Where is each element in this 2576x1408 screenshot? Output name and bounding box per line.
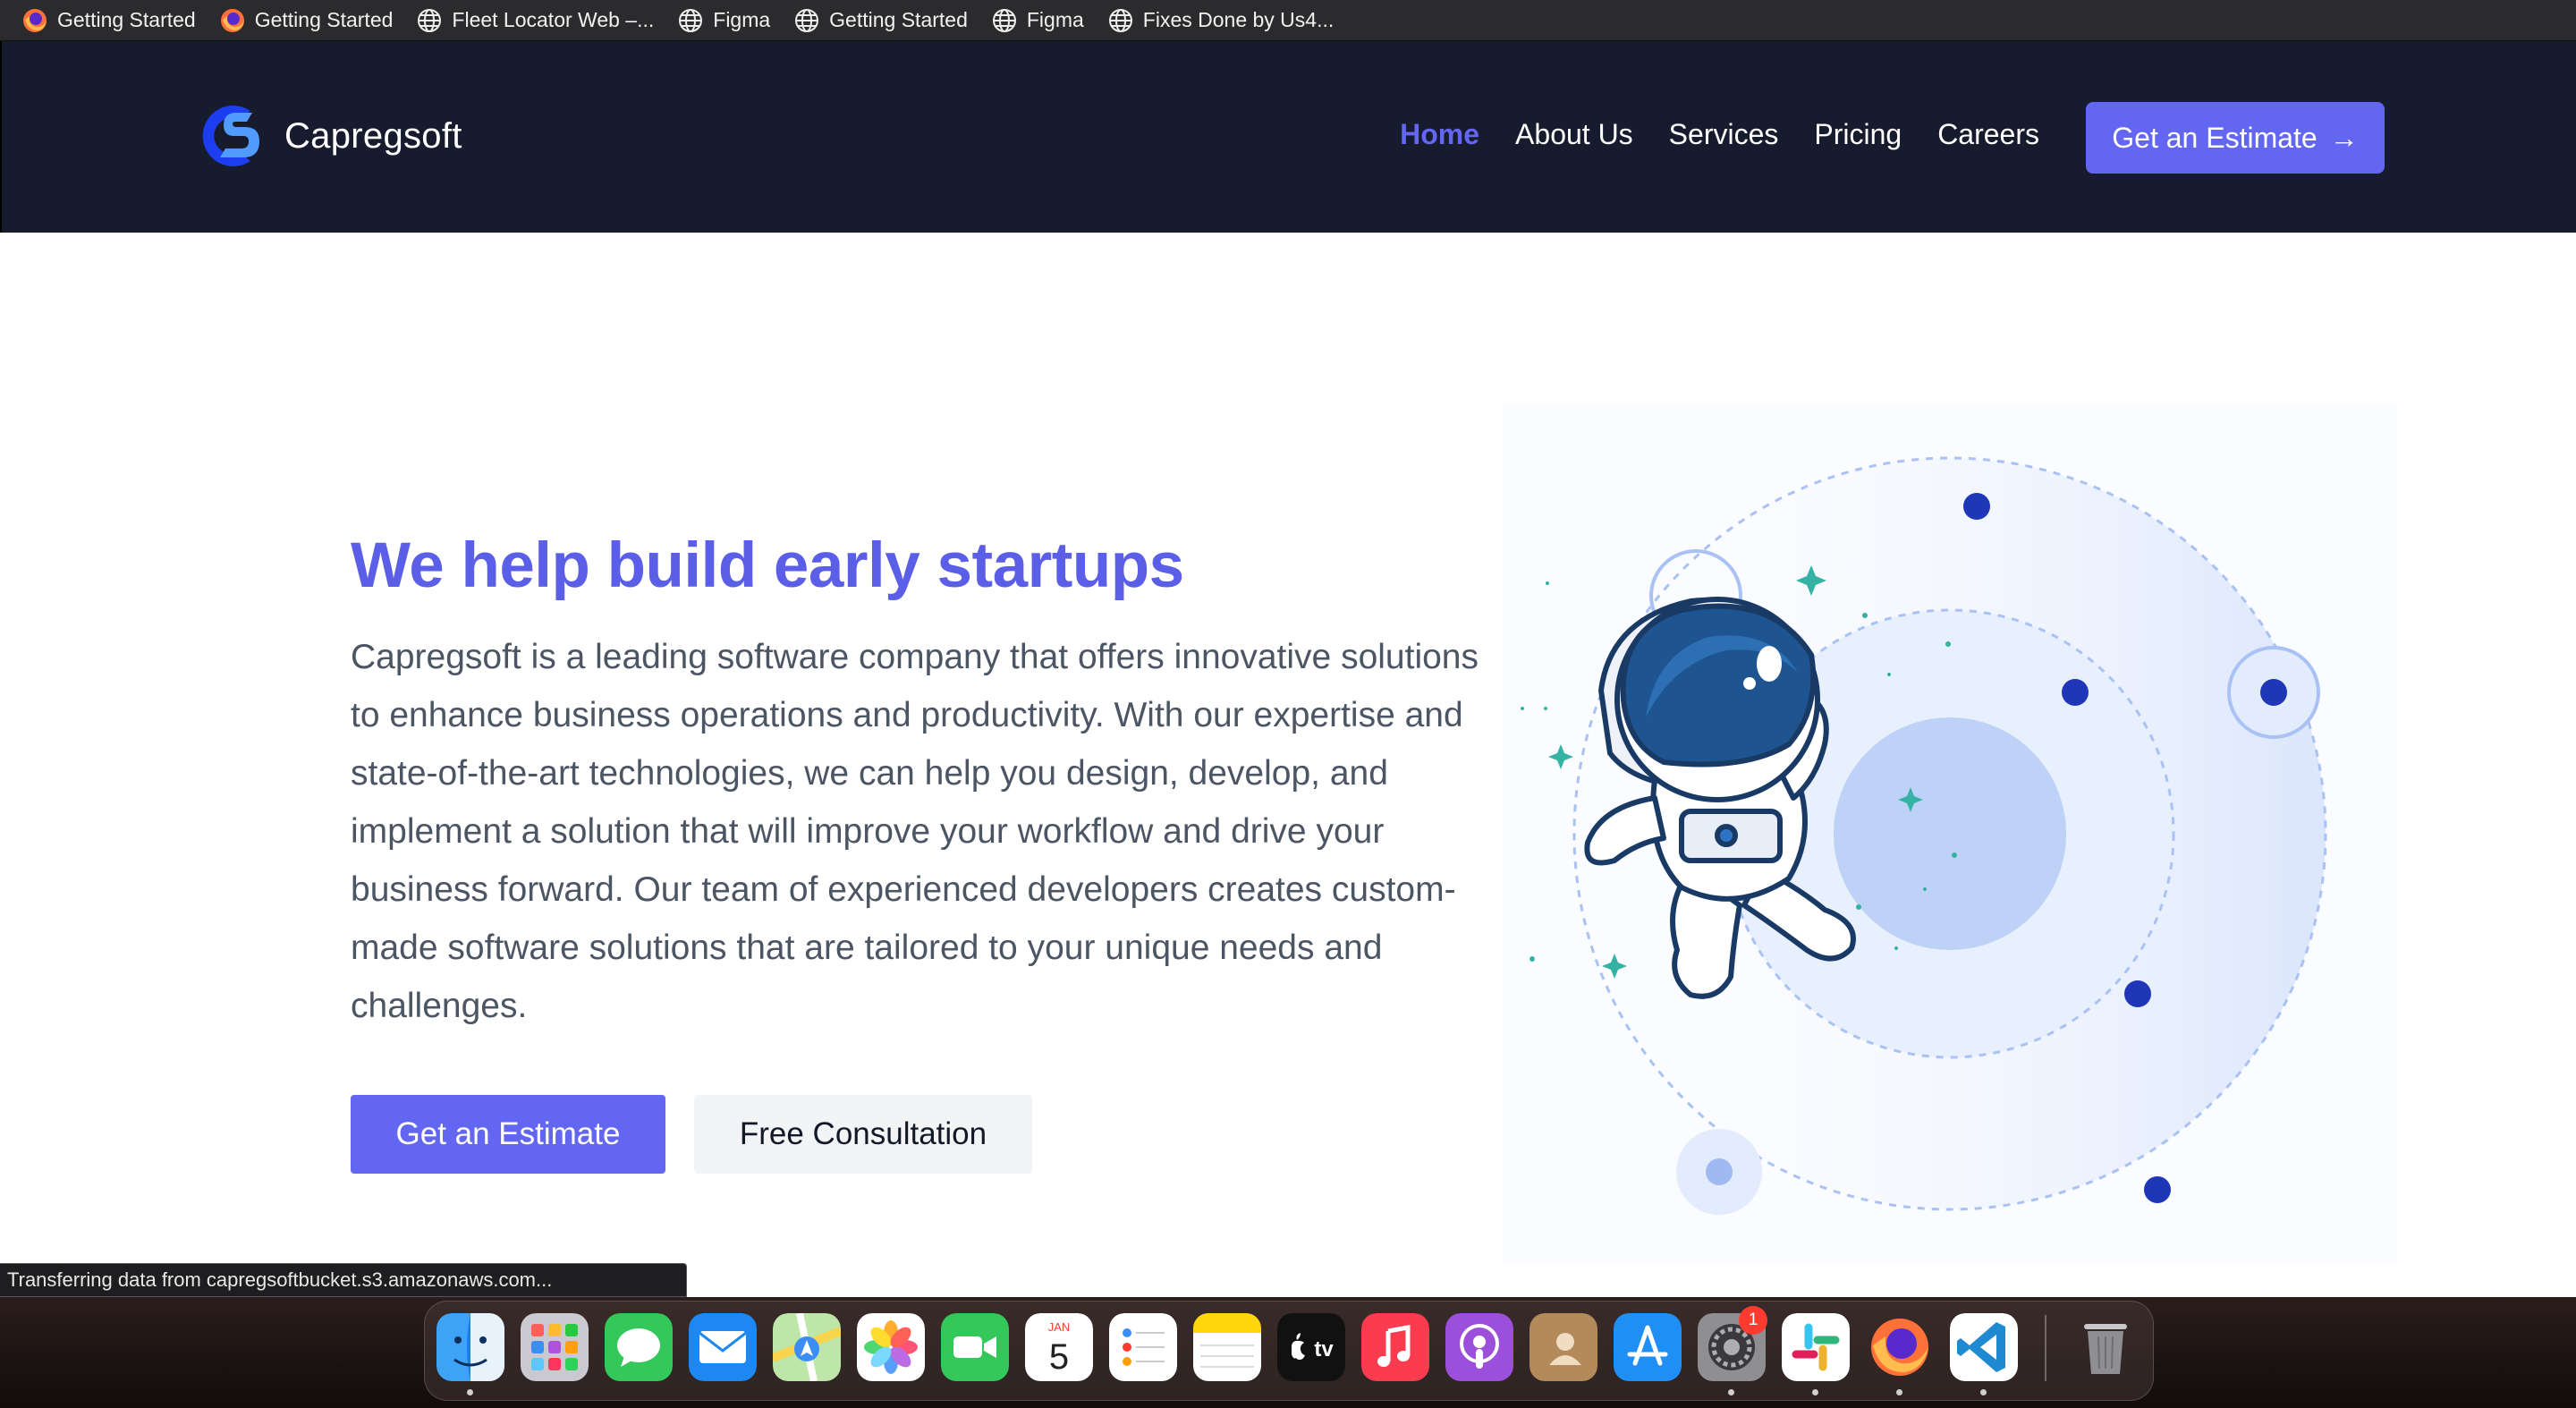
globe-icon xyxy=(795,8,819,32)
main-menu: Home About Us Services Pricing Careers xyxy=(1400,118,2039,151)
nav-get-estimate-button[interactable]: Get an Estimate → xyxy=(2086,102,2385,174)
site-navbar: Capregsoft Home About Us Services Pricin… xyxy=(0,41,2576,233)
notes-icon[interactable] xyxy=(1193,1313,1261,1381)
globe-icon xyxy=(992,8,1016,32)
running-indicator xyxy=(1728,1389,1734,1395)
bookmark-item[interactable]: Fixes Done by Us4... xyxy=(1107,7,1334,34)
music-icon[interactable] xyxy=(1361,1313,1429,1381)
nav-services[interactable]: Services xyxy=(1669,118,1779,151)
slack-icon[interactable] xyxy=(1782,1313,1850,1381)
calendar-month: JAN xyxy=(1048,1320,1071,1334)
arrow-right-icon: → xyxy=(2329,121,2359,154)
podcasts-icon[interactable] xyxy=(1445,1313,1513,1381)
messages-icon[interactable] xyxy=(605,1313,673,1381)
hero-description: Capregsoft is a leading software company… xyxy=(351,638,1479,1025)
reminders-icon[interactable] xyxy=(1109,1313,1177,1381)
bookmark-item[interactable]: Fleet Locator Web –... xyxy=(416,7,654,34)
apple-tv-icon[interactable]: tv xyxy=(1277,1313,1345,1381)
trash-icon[interactable] xyxy=(2072,1313,2140,1381)
bookmark-label: Getting Started xyxy=(57,8,196,31)
nav-pricing[interactable]: Pricing xyxy=(1814,118,1902,151)
calendar-day: 5 xyxy=(1049,1337,1069,1377)
globe-icon xyxy=(418,8,442,32)
orbit-dot xyxy=(2260,679,2287,706)
calendar-icon[interactable]: JAN 5 xyxy=(1025,1313,1093,1381)
nav-about-us[interactable]: About Us xyxy=(1515,118,1633,151)
mail-icon[interactable] xyxy=(689,1313,757,1381)
capregsoft-logo-icon xyxy=(202,106,259,166)
nav-home[interactable]: Home xyxy=(1400,118,1479,151)
firefox-icon[interactable] xyxy=(1866,1313,1934,1381)
running-indicator xyxy=(1812,1389,1818,1395)
bookmark-item[interactable]: Getting Started xyxy=(219,7,394,34)
firefox-icon xyxy=(220,8,244,32)
app-store-icon[interactable] xyxy=(1614,1313,1682,1381)
bookmark-item[interactable]: Getting Started xyxy=(21,7,196,34)
running-indicator xyxy=(1896,1389,1902,1395)
bookmark-item[interactable]: Figma xyxy=(677,7,770,34)
dock-separator xyxy=(2045,1315,2046,1381)
bookmark-label: Figma xyxy=(713,8,771,31)
loading-status-bar: Transferring data from capregsoftbucket.… xyxy=(0,1263,687,1297)
brand-name: Capregsoft xyxy=(284,115,462,156)
launchpad-icon[interactable] xyxy=(521,1313,589,1381)
vscode-icon[interactable] xyxy=(1950,1313,2018,1381)
photos-icon[interactable] xyxy=(857,1313,925,1381)
orbit-dot xyxy=(1706,1158,1733,1185)
planet-core xyxy=(1834,717,2066,950)
free-consultation-button[interactable]: Free Consultation xyxy=(694,1095,1032,1174)
brand-logo[interactable]: Capregsoft xyxy=(193,98,462,174)
web-page: Capregsoft Home About Us Services Pricin… xyxy=(0,41,2576,1297)
nav-cta-label: Get an Estimate xyxy=(2112,121,2318,154)
bookmark-label: Figma xyxy=(1026,8,1084,31)
firefox-icon xyxy=(23,8,47,32)
hero-title: We help build early startups xyxy=(351,530,1184,601)
globe-icon xyxy=(1108,8,1132,32)
nav-careers[interactable]: Careers xyxy=(1937,118,2039,151)
bookmark-label: Getting Started xyxy=(829,8,968,31)
maps-icon[interactable] xyxy=(773,1313,841,1381)
bookmark-item[interactable]: Getting Started xyxy=(793,7,968,34)
facetime-icon[interactable] xyxy=(941,1313,1009,1381)
orbit-dot xyxy=(2124,980,2151,1007)
globe-icon xyxy=(679,8,703,32)
bookmark-label: Fleet Locator Web –... xyxy=(452,8,655,31)
astronaut-illustration xyxy=(1503,404,2397,1263)
notification-badge: 1 xyxy=(1739,1306,1767,1335)
apple-tv-label: tv xyxy=(1314,1337,1334,1361)
orbit-dot xyxy=(2144,1176,2171,1203)
running-indicator xyxy=(467,1389,473,1395)
orbit-dot xyxy=(2062,679,2089,706)
bookmark-label: Getting Started xyxy=(254,8,394,31)
finder-icon[interactable] xyxy=(436,1313,504,1381)
contacts-icon[interactable] xyxy=(1530,1313,1597,1381)
orbit-dot xyxy=(1963,493,1990,520)
running-indicator xyxy=(1980,1389,1987,1395)
bookmark-item[interactable]: Figma xyxy=(991,7,1084,34)
bookmarks-bar: Getting Started Getting Started Fleet Lo… xyxy=(0,0,2576,41)
bookmark-label: Fixes Done by Us4... xyxy=(1142,8,1335,31)
get-estimate-button[interactable]: Get an Estimate xyxy=(351,1095,665,1174)
